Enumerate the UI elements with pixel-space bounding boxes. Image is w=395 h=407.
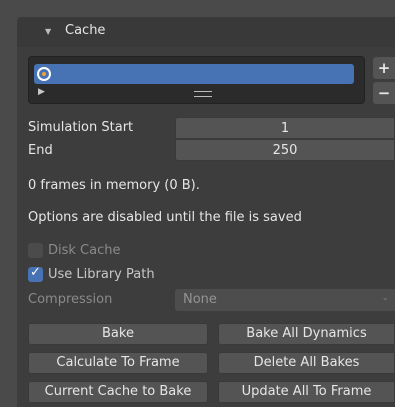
delete-all-bakes-button[interactable]: Delete All Bakes [218, 352, 395, 374]
simulation-start-field[interactable]: 1 [175, 117, 395, 139]
options-disabled-text: Options are disabled until the file is s… [28, 210, 302, 225]
disk-cache-checkbox[interactable] [28, 242, 43, 258]
disk-cache-label: Disk Cache [48, 242, 121, 258]
frames-in-memory-text: 0 frames in memory (0 B). [28, 178, 200, 193]
resize-grip-icon[interactable] [194, 91, 212, 97]
remove-cache-button[interactable]: − [373, 82, 395, 104]
bake-all-dynamics-button[interactable]: Bake All Dynamics [218, 323, 395, 345]
compression-label: Compression [28, 292, 113, 307]
update-all-to-frame-button[interactable]: Update All To Frame [218, 381, 395, 403]
compression-select[interactable]: None ⌄ [175, 289, 395, 311]
cache-item-icon [37, 67, 51, 81]
use-library-path-checkbox[interactable] [28, 265, 43, 282]
cache-list-item[interactable] [34, 64, 354, 84]
calculate-to-frame-button[interactable]: Calculate To Frame [28, 352, 208, 374]
panel-title: Cache [65, 23, 106, 38]
cache-list[interactable]: ▶ [28, 56, 365, 104]
bake-button[interactable]: Bake [28, 323, 208, 345]
current-cache-to-bake-button[interactable]: Current Cache to Bake [28, 381, 208, 403]
expand-arrow-icon[interactable]: ▶ [38, 87, 45, 97]
simulation-start-label: Simulation Start [28, 120, 134, 135]
end-field[interactable]: 250 [175, 139, 395, 161]
disk-cache-toggle[interactable]: Disk Cache [28, 241, 120, 259]
add-cache-button[interactable]: + [373, 57, 395, 79]
use-library-path-toggle[interactable]: Use Library Path [28, 265, 155, 283]
compression-value: None [183, 292, 217, 307]
triangle-down-icon[interactable]: ▼ [45, 27, 51, 36]
use-library-path-label: Use Library Path [48, 266, 155, 282]
cache-panel-header[interactable]: ▼ Cache [17, 17, 395, 47]
end-label: End [28, 143, 53, 158]
chevron-down-icon: ⌄ [381, 293, 389, 303]
